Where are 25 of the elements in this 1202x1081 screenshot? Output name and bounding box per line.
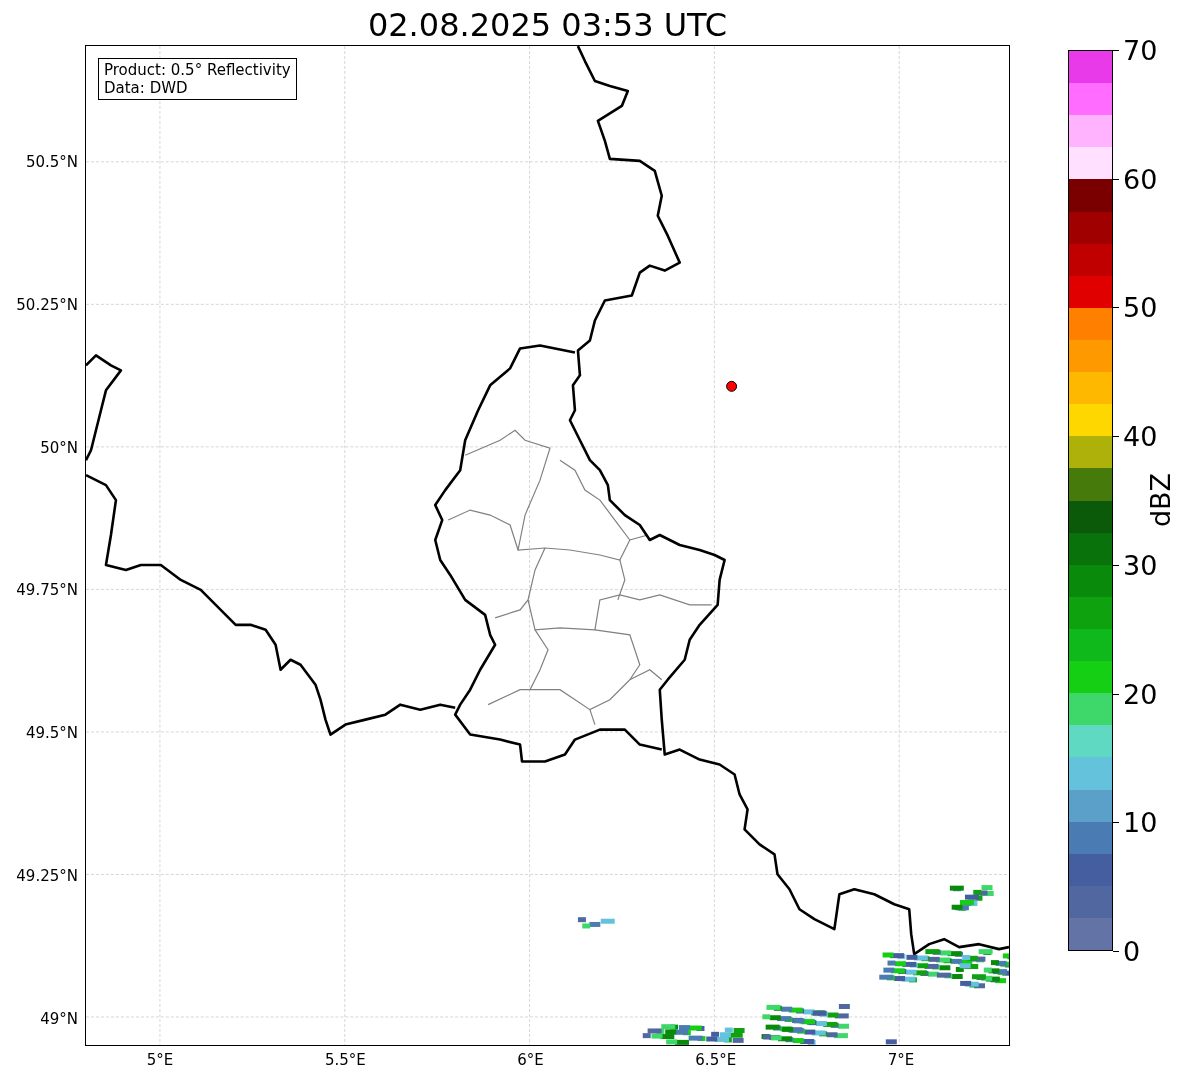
latitude-label: 49.5°N (25, 724, 78, 743)
colorbar-tick-label: 30 (1123, 549, 1158, 581)
colorbar-tick-label: 50 (1123, 291, 1158, 323)
colorbar-title: dBZ (1144, 472, 1176, 528)
latitude-label: 49.25°N (16, 867, 78, 886)
info-text: Data: DWD (104, 79, 189, 97)
colorbar-tick-label: 60 (1123, 163, 1158, 195)
longitude-label: 6.5°E (695, 1051, 737, 1069)
colorbar-tick-label: 70 (1123, 34, 1158, 66)
colorbar-tick-label: 10 (1123, 806, 1158, 838)
latitude-label: 50.5°N (25, 152, 78, 171)
longitude-label: 7°E (887, 1051, 915, 1069)
latitude-label: 49°N (40, 1010, 78, 1028)
colorbar-tick-label: 40 (1123, 420, 1158, 452)
longitude-label: 5°E (146, 1051, 174, 1069)
location-marker (726, 380, 738, 392)
info-text: Product: 0.5° Reflectivity (104, 61, 291, 79)
latitude-label: 49.75°N (16, 581, 78, 600)
latitude-label: 50.25°N (16, 295, 78, 314)
longitude-label: 5.5°E (324, 1051, 366, 1069)
plot-title: 02.08.2025 03:53 UTC (366, 5, 729, 45)
colorbar-tick-label: 0 (1123, 935, 1141, 967)
latitude-label: 50°N (40, 438, 78, 457)
colorbar-tick-label: 20 (1123, 678, 1158, 710)
longitude-label: 6°E (517, 1051, 544, 1069)
